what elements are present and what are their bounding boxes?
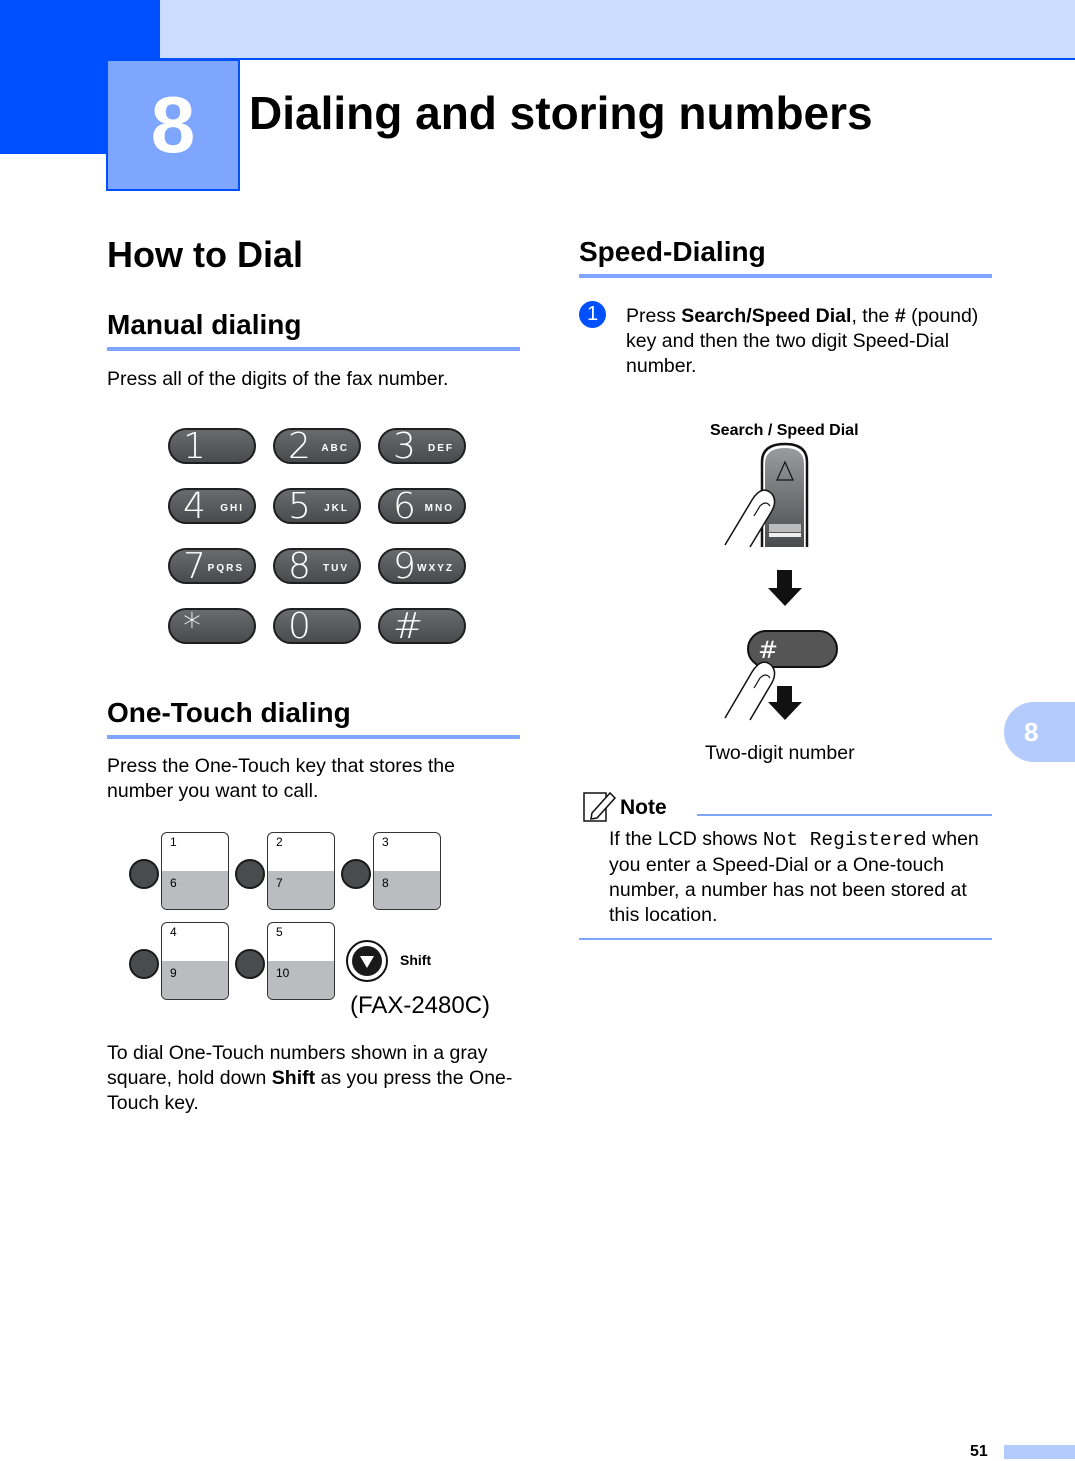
shift-instructions: To dial One-Touch numbers shown in a gra… — [107, 1042, 513, 1114]
key-letters: GHI — [220, 503, 244, 514]
chapter-number-box: 8 — [106, 59, 240, 191]
note-title: Note — [620, 796, 667, 819]
one-touch-shift-number: 10 — [276, 966, 290, 980]
section-title-how-to-dial: How to Dial — [107, 234, 303, 275]
key-letters: WXYZ — [417, 563, 454, 574]
heading-one-touch-dialing: One-Touch dialing — [107, 697, 351, 728]
step-number-badge: 1 — [579, 301, 606, 328]
keypad-key: 8 TUV — [273, 546, 361, 587]
heading-underline — [107, 735, 520, 739]
key-digit: 3 — [393, 426, 416, 467]
one-touch-button — [129, 859, 159, 889]
keypad-key: 0 — [273, 606, 361, 647]
one-touch-label-card: 38 — [373, 832, 441, 910]
shift-label: Shift — [400, 952, 432, 968]
key-digit: 9 — [393, 546, 416, 587]
one-touch-label-card: 5 10 — [267, 922, 335, 1000]
key-digit: 7 — [183, 546, 206, 587]
one-touch-button — [341, 859, 371, 889]
down-arrow-icon — [768, 686, 802, 720]
keypad-key: # — [378, 606, 466, 647]
one-touch-button — [235, 859, 265, 889]
page-number-bar — [1004, 1445, 1075, 1459]
one-touch-shift-number: 6 — [170, 876, 177, 890]
keypad-key: 1 — [168, 426, 256, 467]
note-pencil-icon — [583, 791, 617, 822]
down-arrow-icon — [768, 570, 802, 606]
page-number: 51 — [970, 1443, 988, 1460]
one-touch-shift-number: 9 — [170, 966, 177, 980]
speed-dial-illustration: Search / Speed Dial # — [690, 420, 890, 730]
key-letters: TUV — [323, 563, 349, 574]
speed-dial-drawing: # — [724, 442, 838, 721]
one-touch-number: 2 — [276, 835, 283, 849]
key-digit: # — [393, 606, 424, 647]
heading-manual-dialing: Manual dialing — [107, 309, 302, 340]
keypad-key: 4 GHI — [168, 486, 256, 527]
manual-dialing-text: Press all of the digits of the fax numbe… — [107, 368, 449, 390]
key-digit: 0 — [288, 606, 311, 647]
key-letters: DEF — [428, 443, 454, 454]
one-touch-shift-number: 7 — [276, 876, 283, 890]
keypad-key: 2 ABC — [273, 426, 361, 467]
shift-arrow-icon — [352, 946, 382, 976]
one-touch-shift-number: 8 — [382, 876, 389, 890]
one-touch-label-card: 27 — [267, 832, 335, 910]
one-touch-number: 3 — [382, 835, 389, 849]
finger-icon — [724, 661, 776, 721]
key-digit: 6 — [393, 486, 416, 527]
heading-speed-dialing: Speed-Dialing — [579, 236, 766, 267]
one-touch-label-card: 16 — [161, 832, 229, 910]
key-letters: MNO — [424, 503, 454, 514]
chapter-title: Dialing and storing numbers — [249, 87, 873, 139]
dial-keypad: 1 2 ABC 3 DEF 4 GHI 5 JKL 6 MNO 7 PQRS 8 TUV 9 WXYZ * 0 # — [168, 426, 473, 650]
keypad-key: * — [168, 606, 256, 647]
key-letters: JKL — [324, 503, 349, 514]
svg-text:#: # — [758, 636, 778, 664]
key-digit: * — [183, 606, 201, 647]
shift-button — [346, 940, 388, 982]
one-touch-text: Press the One-Touch key that stores the … — [107, 755, 455, 802]
key-digit: 1 — [183, 426, 206, 467]
one-touch-button — [129, 949, 159, 979]
one-touch-number: 5 — [276, 925, 283, 939]
note-bottom-rule — [579, 938, 992, 940]
keypad-key: 5 JKL — [273, 486, 361, 527]
key-digit: 5 — [288, 486, 311, 527]
one-touch-button — [235, 949, 265, 979]
one-touch-number: 4 — [170, 925, 177, 939]
header-band-light — [160, 0, 1075, 60]
keypad-key: 7 PQRS — [168, 546, 256, 587]
heading-underline — [579, 274, 992, 278]
one-touch-panel: Shift (FAX-2480C) 1 6 2 7 3 8 4 9 5 10 — [120, 826, 520, 1026]
one-touch-label-card: 49 — [161, 922, 229, 1000]
note-text: If the LCD shows Not Registered when you… — [609, 828, 979, 926]
key-letters: PQRS — [207, 563, 244, 574]
model-label: (FAX-2480C) — [350, 992, 491, 1019]
step-1-text: Press Search/Speed Dial, the # (pound) k… — [626, 305, 979, 377]
key-digit: 2 — [288, 426, 311, 467]
key-digit: 4 — [183, 486, 206, 527]
heading-underline — [107, 347, 520, 351]
keypad-key: 3 DEF — [378, 426, 466, 467]
keypad-key: 9 WXYZ — [378, 546, 466, 587]
two-digit-caption: Two-digit number — [705, 742, 855, 764]
keypad-key: 6 MNO — [378, 486, 466, 527]
key-letters: ABC — [321, 443, 349, 454]
key-digit: 8 — [288, 546, 311, 587]
chapter-side-tab[interactable]: 8 — [1004, 702, 1075, 762]
note-rule — [697, 814, 992, 816]
one-touch-number: 1 — [170, 835, 177, 849]
